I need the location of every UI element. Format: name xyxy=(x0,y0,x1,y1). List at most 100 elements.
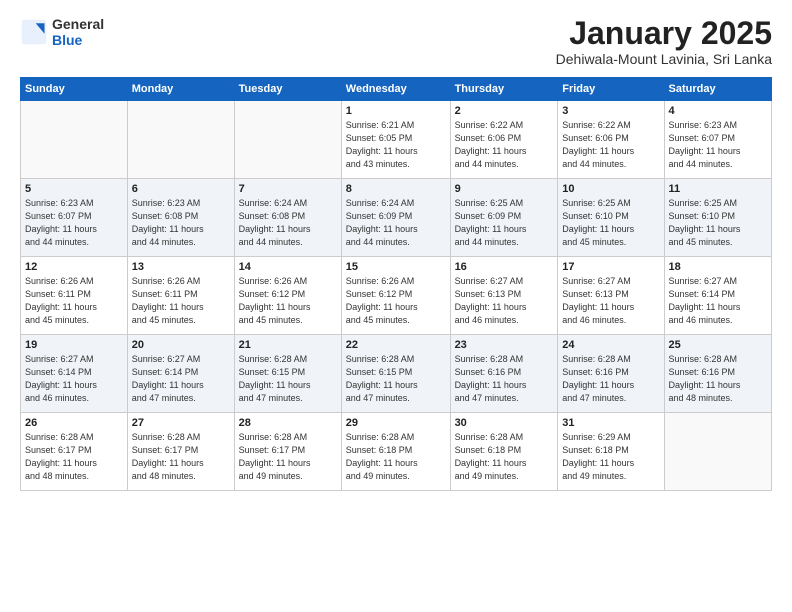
day-info: Sunrise: 6:28 AMSunset: 6:18 PMDaylight:… xyxy=(346,431,446,483)
day-number: 29 xyxy=(346,417,446,429)
header: General Blue January 2025 Dehiwala-Mount… xyxy=(20,16,772,67)
day-number: 28 xyxy=(239,417,337,429)
calendar-cell: 15 Sunrise: 6:26 AMSunset: 6:12 PMDayligh… xyxy=(341,257,450,335)
weekday-header-wednesday: Wednesday xyxy=(341,78,450,101)
day-number: 21 xyxy=(239,339,337,351)
week-row-4: 19 Sunrise: 6:27 AMSunset: 6:14 PMDayligh… xyxy=(21,335,772,413)
day-number: 13 xyxy=(132,261,230,273)
weekday-header-sunday: Sunday xyxy=(21,78,128,101)
weekday-header-tuesday: Tuesday xyxy=(234,78,341,101)
calendar-cell: 23 Sunrise: 6:28 AMSunset: 6:16 PMDayligh… xyxy=(450,335,558,413)
weekday-header-saturday: Saturday xyxy=(664,78,771,101)
calendar-cell: 6 Sunrise: 6:23 AMSunset: 6:08 PMDaylight… xyxy=(127,179,234,257)
logo-text: General Blue xyxy=(52,16,104,48)
day-number: 27 xyxy=(132,417,230,429)
day-number: 17 xyxy=(562,261,659,273)
day-number: 8 xyxy=(346,183,446,195)
day-number: 3 xyxy=(562,105,659,117)
calendar-cell: 14Sunrise: 6:26 AMSunset: 6:12 PMDayligh… xyxy=(234,257,341,335)
calendar-cell: 17Sunrise: 6:27 AMSunset: 6:13 PMDayligh… xyxy=(558,257,664,335)
day-info: Sunrise: 6:26 AMSunset: 6:11 PMDaylight:… xyxy=(25,275,123,327)
day-info: Sunrise: 6:24 AMSunset: 6:08 PMDaylight:… xyxy=(239,197,337,249)
calendar-cell: 30Sunrise: 6:28 AMSunset: 6:18 PMDayligh… xyxy=(450,413,558,491)
calendar-cell: 13 Sunrise: 6:26 AMSunset: 6:11 PMDayligh… xyxy=(127,257,234,335)
calendar-cell: 22 Sunrise: 6:28 AMSunset: 6:15 PMDayligh… xyxy=(341,335,450,413)
calendar-cell: 20 Sunrise: 6:27 AMSunset: 6:14 PMDayligh… xyxy=(127,335,234,413)
day-info: Sunrise: 6:23 AMSunset: 6:07 PMDaylight:… xyxy=(25,197,123,249)
day-info: Sunrise: 6:23 AMSunset: 6:07 PMDaylight:… xyxy=(669,119,767,171)
day-info: Sunrise: 6:27 AMSunset: 6:14 PMDaylight:… xyxy=(669,275,767,327)
day-number: 5 xyxy=(25,183,123,195)
day-info: Sunrise: 6:27 AMSunset: 6:13 PMDaylight:… xyxy=(455,275,554,327)
calendar-cell: 7 Sunrise: 6:24 AMSunset: 6:08 PMDaylight… xyxy=(234,179,341,257)
day-info: Sunrise: 6:23 AMSunset: 6:08 PMDaylight:… xyxy=(132,197,230,249)
week-row-2: 5 Sunrise: 6:23 AMSunset: 6:07 PMDaylight… xyxy=(21,179,772,257)
day-number: 26 xyxy=(25,417,123,429)
calendar-cell: 31Sunrise: 6:29 AMSunset: 6:18 PMDayligh… xyxy=(558,413,664,491)
day-info: Sunrise: 6:27 AMSunset: 6:14 PMDaylight:… xyxy=(132,353,230,405)
calendar-cell: 29 Sunrise: 6:28 AMSunset: 6:18 PMDayligh… xyxy=(341,413,450,491)
day-number: 23 xyxy=(455,339,554,351)
logo: General Blue xyxy=(20,16,104,48)
day-info: Sunrise: 6:28 AMSunset: 6:15 PMDaylight:… xyxy=(239,353,337,405)
month-title: January 2025 xyxy=(556,16,772,51)
day-number: 6 xyxy=(132,183,230,195)
calendar-cell xyxy=(234,101,341,179)
calendar-cell: 11Sunrise: 6:25 AMSunset: 6:10 PMDayligh… xyxy=(664,179,771,257)
day-number: 12 xyxy=(25,261,123,273)
day-info: Sunrise: 6:25 AMSunset: 6:10 PMDaylight:… xyxy=(562,197,659,249)
calendar-cell: 1 Sunrise: 6:21 AMSunset: 6:05 PMDaylight… xyxy=(341,101,450,179)
weekday-header-monday: Monday xyxy=(127,78,234,101)
day-number: 10 xyxy=(562,183,659,195)
day-number: 31 xyxy=(562,417,659,429)
day-number: 7 xyxy=(239,183,337,195)
calendar-cell: 18Sunrise: 6:27 AMSunset: 6:14 PMDayligh… xyxy=(664,257,771,335)
calendar-cell: 19Sunrise: 6:27 AMSunset: 6:14 PMDayligh… xyxy=(21,335,128,413)
calendar-cell: 2 Sunrise: 6:22 AMSunset: 6:06 PMDaylight… xyxy=(450,101,558,179)
day-info: Sunrise: 6:28 AMSunset: 6:18 PMDaylight:… xyxy=(455,431,554,483)
day-info: Sunrise: 6:21 AMSunset: 6:05 PMDaylight:… xyxy=(346,119,446,171)
calendar-cell: 28Sunrise: 6:28 AMSunset: 6:17 PMDayligh… xyxy=(234,413,341,491)
day-info: Sunrise: 6:22 AMSunset: 6:06 PMDaylight:… xyxy=(562,119,659,171)
page: General Blue January 2025 Dehiwala-Mount… xyxy=(0,0,792,612)
day-info: Sunrise: 6:28 AMSunset: 6:16 PMDaylight:… xyxy=(455,353,554,405)
calendar-cell: 16Sunrise: 6:27 AMSunset: 6:13 PMDayligh… xyxy=(450,257,558,335)
day-info: Sunrise: 6:26 AMSunset: 6:11 PMDaylight:… xyxy=(132,275,230,327)
calendar-cell: 3 Sunrise: 6:22 AMSunset: 6:06 PMDaylight… xyxy=(558,101,664,179)
day-info: Sunrise: 6:26 AMSunset: 6:12 PMDaylight:… xyxy=(346,275,446,327)
day-number: 9 xyxy=(455,183,554,195)
weekday-header-row: SundayMondayTuesdayWednesdayThursdayFrid… xyxy=(21,78,772,101)
day-info: Sunrise: 6:25 AMSunset: 6:10 PMDaylight:… xyxy=(669,197,767,249)
day-info: Sunrise: 6:28 AMSunset: 6:15 PMDaylight:… xyxy=(346,353,446,405)
day-info: Sunrise: 6:28 AMSunset: 6:17 PMDaylight:… xyxy=(132,431,230,483)
calendar-cell xyxy=(127,101,234,179)
calendar-cell: 8 Sunrise: 6:24 AMSunset: 6:09 PMDaylight… xyxy=(341,179,450,257)
day-number: 20 xyxy=(132,339,230,351)
calendar-cell: 27 Sunrise: 6:28 AMSunset: 6:17 PMDayligh… xyxy=(127,413,234,491)
day-number: 15 xyxy=(346,261,446,273)
logo-icon xyxy=(20,18,48,46)
weekday-header-thursday: Thursday xyxy=(450,78,558,101)
week-row-1: 1 Sunrise: 6:21 AMSunset: 6:05 PMDaylight… xyxy=(21,101,772,179)
day-number: 25 xyxy=(669,339,767,351)
day-number: 22 xyxy=(346,339,446,351)
day-info: Sunrise: 6:28 AMSunset: 6:17 PMDaylight:… xyxy=(25,431,123,483)
week-row-3: 12 Sunrise: 6:26 AMSunset: 6:11 PMDayligh… xyxy=(21,257,772,335)
day-info: Sunrise: 6:28 AMSunset: 6:16 PMDaylight:… xyxy=(562,353,659,405)
calendar-cell: 10 Sunrise: 6:25 AMSunset: 6:10 PMDayligh… xyxy=(558,179,664,257)
calendar-cell: 9 Sunrise: 6:25 AMSunset: 6:09 PMDaylight… xyxy=(450,179,558,257)
day-number: 1 xyxy=(346,105,446,117)
subtitle: Dehiwala-Mount Lavinia, Sri Lanka xyxy=(556,51,772,67)
calendar-cell: 26 Sunrise: 6:28 AMSunset: 6:17 PMDayligh… xyxy=(21,413,128,491)
calendar-cell: 24 Sunrise: 6:28 AMSunset: 6:16 PMDayligh… xyxy=(558,335,664,413)
title-block: January 2025 Dehiwala-Mount Lavinia, Sri… xyxy=(556,16,772,67)
week-row-5: 26 Sunrise: 6:28 AMSunset: 6:17 PMDayligh… xyxy=(21,413,772,491)
day-info: Sunrise: 6:24 AMSunset: 6:09 PMDaylight:… xyxy=(346,197,446,249)
calendar-table: SundayMondayTuesdayWednesdayThursdayFrid… xyxy=(20,77,772,491)
day-info: Sunrise: 6:25 AMSunset: 6:09 PMDaylight:… xyxy=(455,197,554,249)
day-info: Sunrise: 6:22 AMSunset: 6:06 PMDaylight:… xyxy=(455,119,554,171)
day-number: 2 xyxy=(455,105,554,117)
day-number: 19 xyxy=(25,339,123,351)
day-number: 4 xyxy=(669,105,767,117)
day-number: 24 xyxy=(562,339,659,351)
